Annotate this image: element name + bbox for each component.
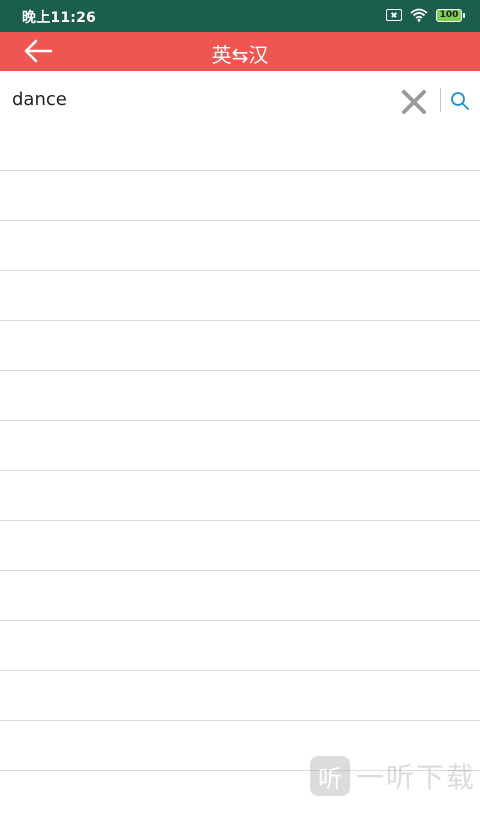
status-time: 晚上11:26 [22,10,96,26]
search-bar [0,71,480,125]
list-item[interactable] [0,220,480,270]
list-item[interactable] [0,320,480,370]
status-bar: 晚上11:26 100 [0,0,480,32]
search-divider [440,88,441,112]
list-item[interactable] [0,570,480,620]
watermark-logo: 听 [309,756,350,796]
app-bar: 英⇆汉 [0,32,480,71]
list-item[interactable] [0,370,480,420]
battery-icon: 100 [436,8,465,22]
list-item[interactable] [0,470,480,520]
wifi-icon [410,8,428,22]
watermark: 听 一听下载 [309,752,476,800]
search-input[interactable] [12,85,382,113]
list-item[interactable] [0,170,480,220]
page-title[interactable]: 英⇆汉 [0,39,480,68]
result-list [0,170,480,820]
sim-x-icon [386,9,402,21]
list-item[interactable] [0,670,480,720]
list-item[interactable] [0,520,480,570]
status-icons: 100 [386,8,465,22]
list-item[interactable] [0,270,480,320]
watermark-logo-char: 听 [317,764,342,793]
search-icon [451,92,469,110]
search-button[interactable] [450,91,470,111]
list-item[interactable] [0,620,480,670]
clear-button[interactable] [401,89,427,115]
list-item[interactable] [0,420,480,470]
watermark-text: 一听下载 [355,761,476,794]
battery-level: 100 [439,9,459,20]
close-icon [402,90,426,114]
